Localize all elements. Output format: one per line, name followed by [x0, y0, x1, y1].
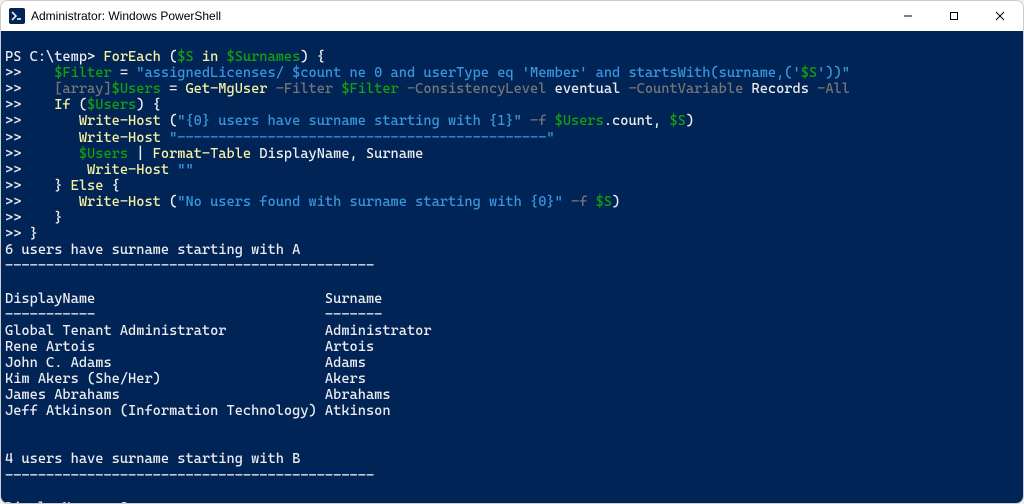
code-line: PS C:\temp> ForEach ($S in $Surnames) {	[5, 49, 325, 65]
code-line: >> If ($Users) {	[5, 97, 161, 113]
code-line: >> [array]$Users = Get-MgUser -Filter $F…	[5, 81, 850, 97]
terminal-content[interactable]: PS C:\temp> ForEach ($S in $Surnames) { …	[1, 31, 1023, 503]
table-row: Global Tenant Administrator Administrato…	[5, 323, 432, 339]
table-row: James Abrahams Abrahams	[5, 387, 391, 403]
window-title: Administrator: Windows PowerShell	[31, 9, 885, 23]
close-button[interactable]	[977, 1, 1023, 31]
table-row: Kim Akers (She/Her) Akers	[5, 371, 366, 387]
code-line: >> Write-Host ("No users found with surn…	[5, 194, 620, 210]
powershell-icon	[9, 8, 25, 24]
output-divider: ----------------------------------------…	[5, 468, 374, 484]
minimize-button[interactable]	[885, 1, 931, 31]
powershell-window: Administrator: Windows PowerShell PS C:\…	[0, 0, 1024, 504]
table-separator: ----------- -------	[5, 307, 382, 323]
output-divider: ----------------------------------------…	[5, 258, 374, 274]
window-controls	[885, 1, 1023, 31]
titlebar[interactable]: Administrator: Windows PowerShell	[1, 1, 1023, 31]
code-line: >> Write-Host ""	[5, 162, 194, 178]
code-line: >> $Users | Format-Table DisplayName, Su…	[5, 146, 423, 162]
table-header: DisplayName Surname	[5, 291, 382, 307]
table-row: Jeff Atkinson (Information Technology) A…	[5, 403, 391, 419]
output-heading-a: 6 users have surname starting with A	[5, 242, 300, 258]
maximize-button[interactable]	[931, 1, 977, 31]
code-line: >> }	[5, 226, 38, 242]
table-row: Rene Artois Artois	[5, 339, 374, 355]
code-line: >> } Else {	[5, 178, 120, 194]
code-line: >> Write-Host ("{0} users have surname s…	[5, 113, 694, 129]
code-line: >> Write-Host "-------------------------…	[5, 130, 555, 146]
table-header: DisplayName Surname	[5, 500, 177, 503]
output-heading-b: 4 users have surname starting with B	[5, 451, 300, 467]
code-line: >> $Filter = "assignedLicenses/ $count n…	[5, 65, 850, 81]
code-line: >> }	[5, 210, 62, 226]
table-row: John C. Adams Adams	[5, 355, 366, 371]
